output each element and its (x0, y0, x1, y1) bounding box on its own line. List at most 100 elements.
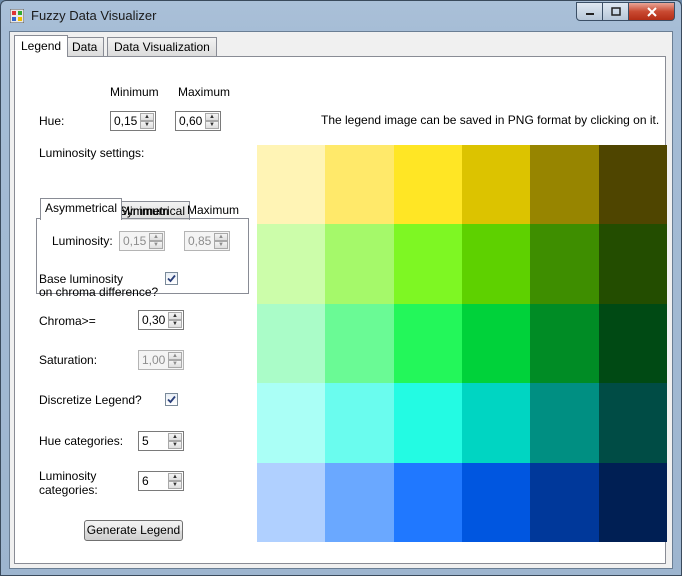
down-arrow-icon[interactable]: ▼ (168, 320, 182, 328)
minimize-icon (585, 12, 594, 15)
close-icon (646, 6, 657, 17)
legend-cell[interactable] (257, 304, 325, 383)
legend-image[interactable] (257, 145, 667, 542)
legend-cell[interactable] (394, 304, 462, 383)
chroma-label: Chroma>= (39, 314, 96, 328)
down-arrow-icon[interactable]: ▼ (168, 441, 182, 449)
base-luminosity-label-1: Base luminosity (39, 272, 124, 286)
chroma-stepper[interactable]: 0,30 ▲ ▼ (138, 310, 184, 330)
legend-cell[interactable] (257, 145, 325, 224)
title-bar[interactable]: Fuzzy Data Visualizer (1, 1, 681, 31)
down-arrow-icon[interactable]: ▼ (205, 121, 219, 129)
luminosity-label: Luminosity: (52, 234, 113, 248)
up-arrow-icon[interactable]: ▲ (140, 113, 154, 121)
legend-cell[interactable] (394, 463, 462, 542)
hue-min-header: Minimum (110, 85, 159, 99)
generate-legend-button[interactable]: Generate Legend (84, 520, 183, 541)
hue-max-arrows[interactable]: ▲ ▼ (205, 113, 219, 129)
up-arrow-icon[interactable]: ▲ (168, 473, 182, 481)
app-window: Fuzzy Data Visualizer Legend Data Data V… (0, 0, 682, 576)
hue-max-stepper[interactable]: 0,60 ▲ ▼ (175, 111, 221, 131)
luminosity-max-value: 0,85 (188, 234, 212, 248)
legend-cell[interactable] (257, 224, 325, 304)
hue-label: Hue: (39, 114, 65, 128)
down-arrow-icon[interactable]: ▼ (149, 241, 163, 249)
close-button[interactable] (629, 2, 675, 21)
tab-data-visualization[interactable]: Data Visualization (107, 37, 217, 56)
luminosity-max-arrows[interactable]: ▲ ▼ (214, 233, 228, 249)
legend-cell[interactable] (530, 383, 599, 463)
legend-cell[interactable] (462, 145, 530, 224)
legend-cell[interactable] (530, 304, 599, 383)
up-arrow-icon[interactable]: ▲ (168, 312, 182, 320)
base-luminosity-label-2: on chroma difference? (39, 285, 159, 299)
hue-categories-arrows[interactable]: ▲ ▼ (168, 433, 182, 449)
hue-min-arrows[interactable]: ▲ ▼ (140, 113, 154, 129)
chroma-value: 0,30 (142, 313, 166, 327)
tab-asymmetrical-label: Asymmetrical (45, 201, 118, 215)
legend-cell[interactable] (325, 304, 394, 383)
maximize-button[interactable] (603, 2, 629, 21)
legend-cell[interactable] (599, 145, 667, 224)
down-arrow-icon[interactable]: ▼ (168, 360, 182, 368)
up-arrow-icon[interactable]: ▲ (168, 352, 182, 360)
base-luminosity-checkbox[interactable] (165, 272, 178, 285)
up-arrow-icon[interactable]: ▲ (168, 433, 182, 441)
hue-min-value: 0,15 (114, 114, 138, 128)
down-arrow-icon[interactable]: ▼ (140, 121, 154, 129)
down-arrow-icon[interactable]: ▼ (214, 241, 228, 249)
luminosity-min-stepper[interactable]: 0,15 ▲ ▼ (119, 231, 165, 251)
legend-cell[interactable] (394, 145, 462, 224)
luminosity-min-header: Minimum (120, 204, 169, 218)
legend-cell[interactable] (325, 224, 394, 304)
luminosity-min-arrows[interactable]: ▲ ▼ (149, 233, 163, 249)
legend-cell[interactable] (257, 383, 325, 463)
checkmark-icon (167, 395, 176, 404)
saturation-value: 1,00 (142, 353, 166, 367)
down-arrow-icon[interactable]: ▼ (168, 481, 182, 489)
legend-cell[interactable] (462, 383, 530, 463)
legend-cell[interactable] (599, 304, 667, 383)
discretize-checkbox[interactable] (165, 393, 178, 406)
hue-min-stepper[interactable]: 0,15 ▲ ▼ (110, 111, 156, 131)
legend-cell[interactable] (462, 224, 530, 304)
legend-cell[interactable] (599, 224, 667, 304)
luminosity-max-header: Maximum (187, 203, 240, 217)
legend-cell[interactable] (325, 463, 394, 542)
up-arrow-icon[interactable]: ▲ (149, 233, 163, 241)
legend-cell[interactable] (530, 145, 599, 224)
legend-cell[interactable] (325, 145, 394, 224)
legend-cell[interactable] (599, 383, 667, 463)
luminosity-categories-label-1: Luminosity (39, 469, 97, 483)
tab-data-visualization-label: Data Visualization (114, 40, 210, 54)
tab-data[interactable]: Data (65, 37, 105, 56)
hue-categories-value: 5 (142, 434, 149, 448)
legend-cell[interactable] (599, 463, 667, 542)
checkmark-icon (167, 274, 176, 283)
chroma-arrows[interactable]: ▲ ▼ (168, 312, 182, 328)
luminosity-categories-value: 6 (142, 474, 149, 488)
saturation-label: Saturation: (39, 353, 98, 367)
tab-legend[interactable]: Legend (14, 35, 69, 57)
tab-asymmetrical[interactable]: Asymmetrical (40, 198, 123, 220)
legend-tab-page: Minimum Maximum Hue: 0,15 ▲ ▼ 0,60 ▲ ▼ The… (14, 56, 667, 564)
discretize-label: Discretize Legend? (39, 393, 142, 407)
legend-cell[interactable] (462, 463, 530, 542)
legend-cell[interactable] (257, 463, 325, 542)
saturation-stepper[interactable]: 1,00 ▲ ▼ (138, 350, 184, 370)
up-arrow-icon[interactable]: ▲ (214, 233, 228, 241)
legend-cell[interactable] (530, 224, 599, 304)
legend-cell[interactable] (394, 224, 462, 304)
saturation-arrows[interactable]: ▲ ▼ (168, 352, 182, 368)
luminosity-max-stepper[interactable]: 0,85 ▲ ▼ (184, 231, 230, 251)
minimize-button[interactable] (576, 2, 603, 21)
legend-cell[interactable] (394, 383, 462, 463)
luminosity-categories-stepper[interactable]: 6 ▲ ▼ (138, 471, 184, 491)
hue-categories-stepper[interactable]: 5 ▲ ▼ (138, 431, 184, 451)
luminosity-categories-arrows[interactable]: ▲ ▼ (168, 473, 182, 489)
legend-cell[interactable] (530, 463, 599, 542)
up-arrow-icon[interactable]: ▲ (205, 113, 219, 121)
legend-cell[interactable] (462, 304, 530, 383)
legend-cell[interactable] (325, 383, 394, 463)
generate-legend-label: Generate Legend (86, 523, 181, 537)
